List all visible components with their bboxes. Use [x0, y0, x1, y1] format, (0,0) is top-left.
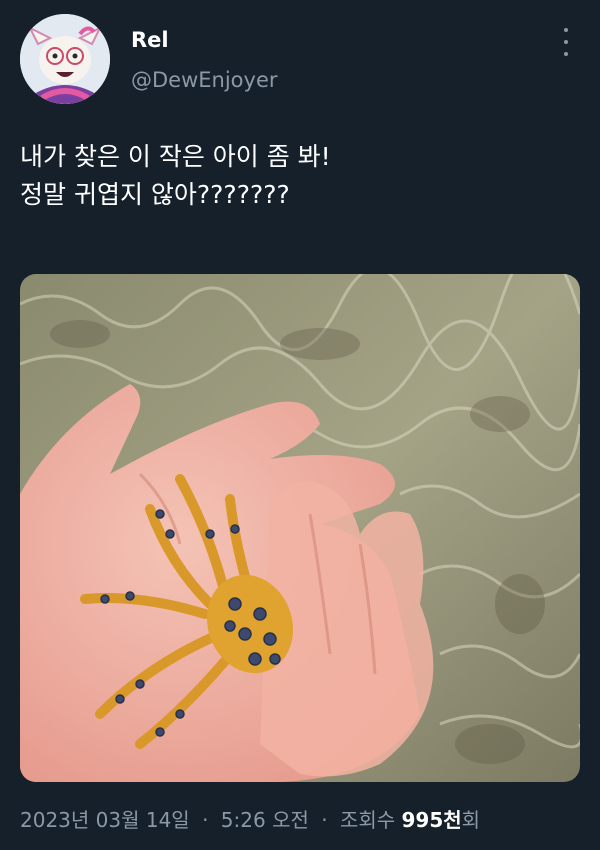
- tweet-time: 5:26 오전: [220, 808, 309, 832]
- views-suffix: 회: [461, 808, 481, 832]
- tweet-metadata: 2023년 03월 14일 · 5:26 오전 · 조회수 995천회: [20, 804, 480, 833]
- more-vertical-icon[interactable]: [557, 28, 575, 56]
- tweet-date: 2023년 03월 14일: [20, 808, 190, 832]
- tweet-text: 내가 찾은 이 작은 아이 좀 봐! 정말 귀엽지 않아???????: [20, 138, 580, 214]
- meta-separator: ·: [321, 808, 328, 832]
- author-handle[interactable]: @DewEnjoyer: [131, 68, 278, 92]
- avatar-illustration: [20, 14, 110, 104]
- views-label: 조회수: [339, 808, 396, 832]
- views-count: 995천: [401, 808, 462, 832]
- more-dot: [564, 40, 568, 44]
- avatar[interactable]: [20, 14, 110, 104]
- more-dot: [564, 52, 568, 56]
- tweet-photo[interactable]: [20, 274, 580, 782]
- tweet-text-line: 정말 귀엽지 않아???????: [20, 180, 290, 209]
- more-dot: [564, 28, 568, 32]
- meta-separator: ·: [202, 808, 209, 832]
- octopus-in-hands-photo: [20, 274, 580, 782]
- author-name[interactable]: Rel: [131, 28, 169, 52]
- tweet-text-line: 내가 찾은 이 작은 아이 좀 봐!: [20, 142, 331, 171]
